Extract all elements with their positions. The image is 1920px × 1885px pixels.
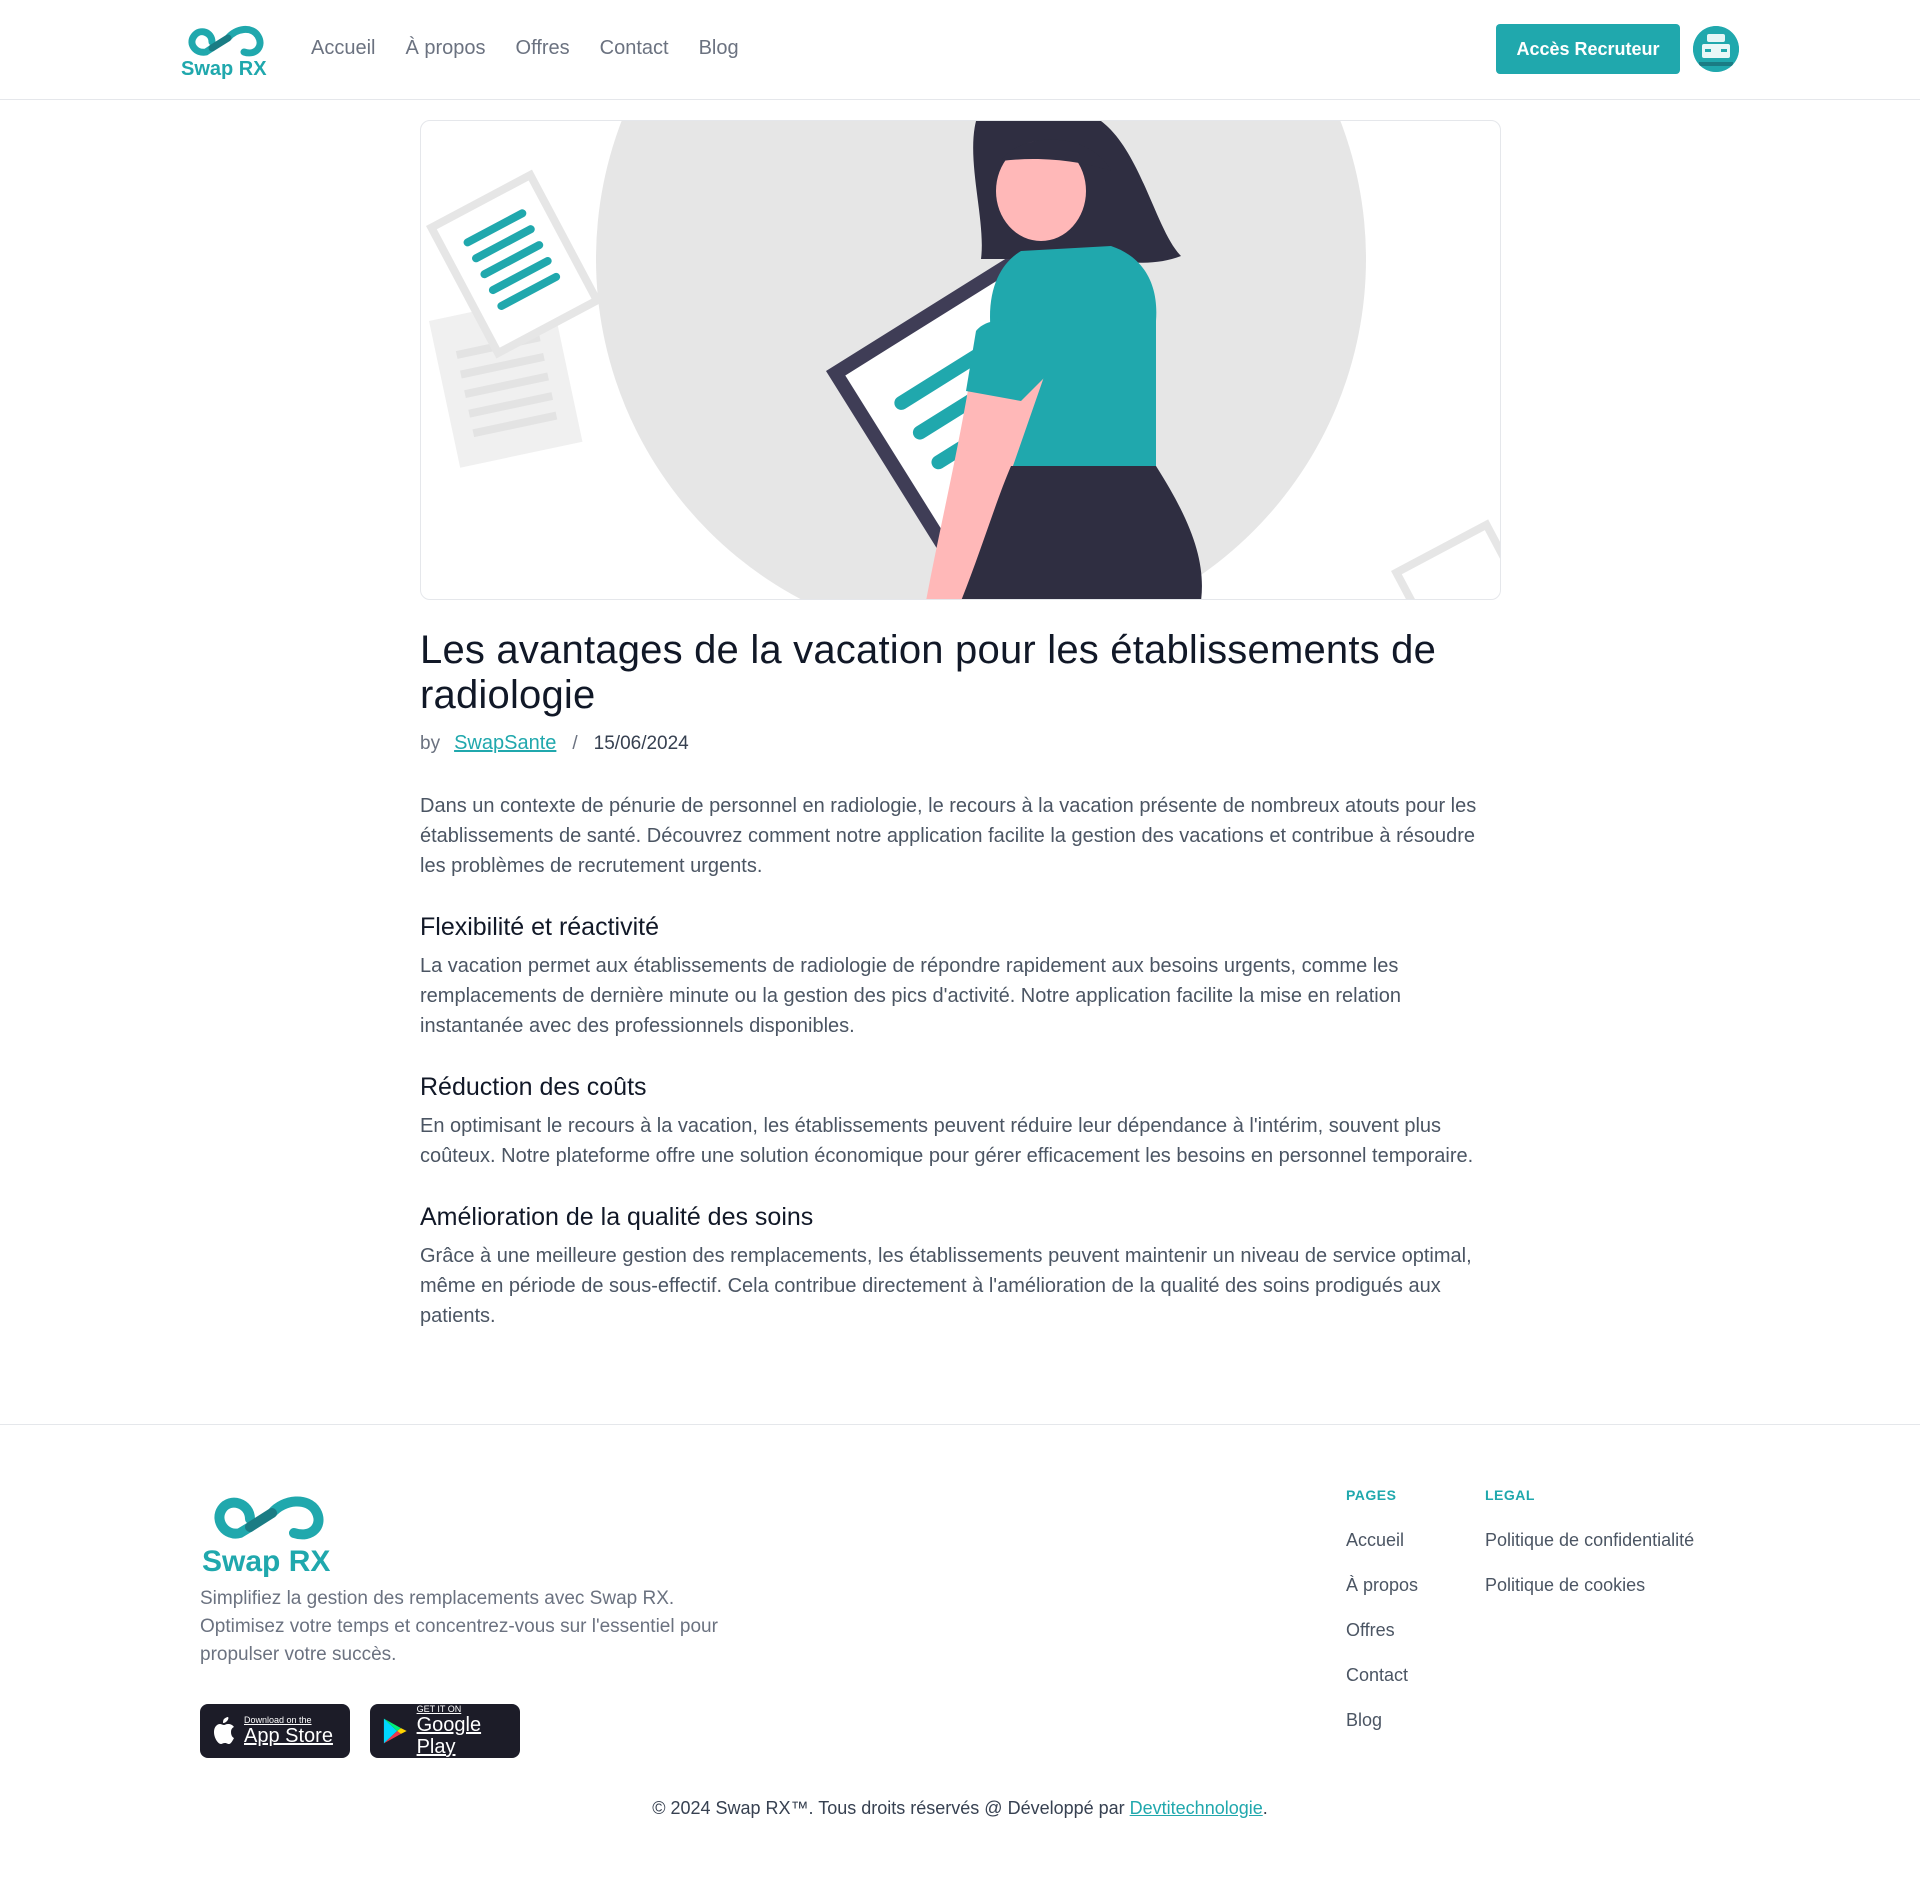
woman-with-document-illustration: [426, 121, 1500, 599]
app-store-small-label: Download on the: [244, 1715, 312, 1725]
apple-icon: [214, 1717, 234, 1744]
footer-pages-column: PAGES Accueil À propos Offres Contact Bl…: [1346, 1487, 1418, 1754]
user-avatar[interactable]: [1693, 26, 1739, 72]
section-paragraph: Grâce à une meilleure gestion des rempla…: [420, 1245, 1472, 1327]
publish-date: 15/06/2024: [593, 732, 689, 754]
logo-wordmark: Swap RX: [181, 58, 267, 80]
google-play-label: Google Play: [416, 1714, 482, 1758]
footer-link-a-propos[interactable]: À propos: [1346, 1574, 1418, 1596]
section-heading: Amélioration de la qualité des soins: [420, 1203, 814, 1231]
meta-separator: /: [572, 732, 578, 754]
swap-rx-logo[interactable]: Swap RX: [180, 20, 282, 80]
footer-link-offres[interactable]: Offres: [1346, 1619, 1418, 1641]
nav-a-propos[interactable]: À propos: [405, 36, 485, 60]
recruiter-access-button[interactable]: Accès Recruteur: [1496, 24, 1680, 74]
nav-accueil[interactable]: Accueil: [311, 36, 375, 60]
copyright-end: .: [1262, 1798, 1268, 1818]
section-paragraph: En optimisant le recours à la vacation, …: [420, 1115, 1474, 1167]
swap-rx-footer-logo[interactable]: Swap RX: [200, 1487, 350, 1579]
footer-logo-wordmark: Swap RX: [202, 1545, 330, 1578]
footer-legal-column: LEGAL Politique de confidentialité Polit…: [1485, 1487, 1694, 1619]
google-play-icon: [383, 1718, 407, 1744]
copyright-text: © 2024 Swap RX™. Tous droits réservés @ …: [652, 1798, 1130, 1818]
site-footer: Swap RX Simplifiez la gestion des rempla…: [0, 1424, 1920, 1885]
copyright-notice: © 2024 Swap RX™. Tous droits réservés @ …: [0, 1798, 1920, 1819]
developer-link[interactable]: Devtitechnologie: [1130, 1798, 1263, 1818]
nav-offres[interactable]: Offres: [516, 36, 570, 60]
section-heading: Réduction des coûts: [420, 1073, 647, 1101]
blog-article: Les avantages de la vacation pour les ét…: [420, 628, 1505, 1331]
article-meta: by SwapSante / 15/06/2024: [420, 732, 1505, 755]
google-play-badge[interactable]: GET IT ON Google Play: [370, 1704, 520, 1758]
footer-link-accueil[interactable]: Accueil: [1346, 1529, 1418, 1551]
footer-link-contact[interactable]: Contact: [1346, 1664, 1418, 1686]
main-nav: Accueil À propos Offres Contact Blog: [311, 36, 739, 60]
article-hero-image: [420, 120, 1501, 600]
footer-link-blog[interactable]: Blog: [1346, 1709, 1418, 1731]
footer-pages-heading: PAGES: [1346, 1487, 1397, 1503]
site-header: Swap RX Accueil À propos Offres Contact …: [0, 0, 1920, 100]
by-label: by: [420, 732, 441, 754]
footer-legal-heading: LEGAL: [1485, 1487, 1535, 1503]
article-intro: Dans un contexte de pénurie de personnel…: [420, 795, 1477, 877]
article-title: Les avantages de la vacation pour les ét…: [420, 628, 1437, 717]
app-store-badge[interactable]: Download on the App Store: [200, 1704, 350, 1758]
footer-tagline: Simplifiez la gestion des remplacements …: [200, 1588, 718, 1665]
section-heading: Flexibilité et réactivité: [420, 913, 659, 941]
avatar-illustration-icon: [1693, 26, 1739, 72]
app-store-label: App Store: [244, 1725, 333, 1747]
author-link[interactable]: SwapSante: [454, 732, 556, 755]
footer-link-cookie-policy[interactable]: Politique de cookies: [1485, 1574, 1694, 1596]
google-play-small-label: GET IT ON: [416, 1704, 462, 1714]
section-paragraph: La vacation permet aux établissements de…: [420, 955, 1401, 1037]
nav-contact[interactable]: Contact: [600, 36, 669, 60]
footer-link-privacy-policy[interactable]: Politique de confidentialité: [1485, 1529, 1694, 1551]
nav-blog[interactable]: Blog: [699, 36, 739, 60]
